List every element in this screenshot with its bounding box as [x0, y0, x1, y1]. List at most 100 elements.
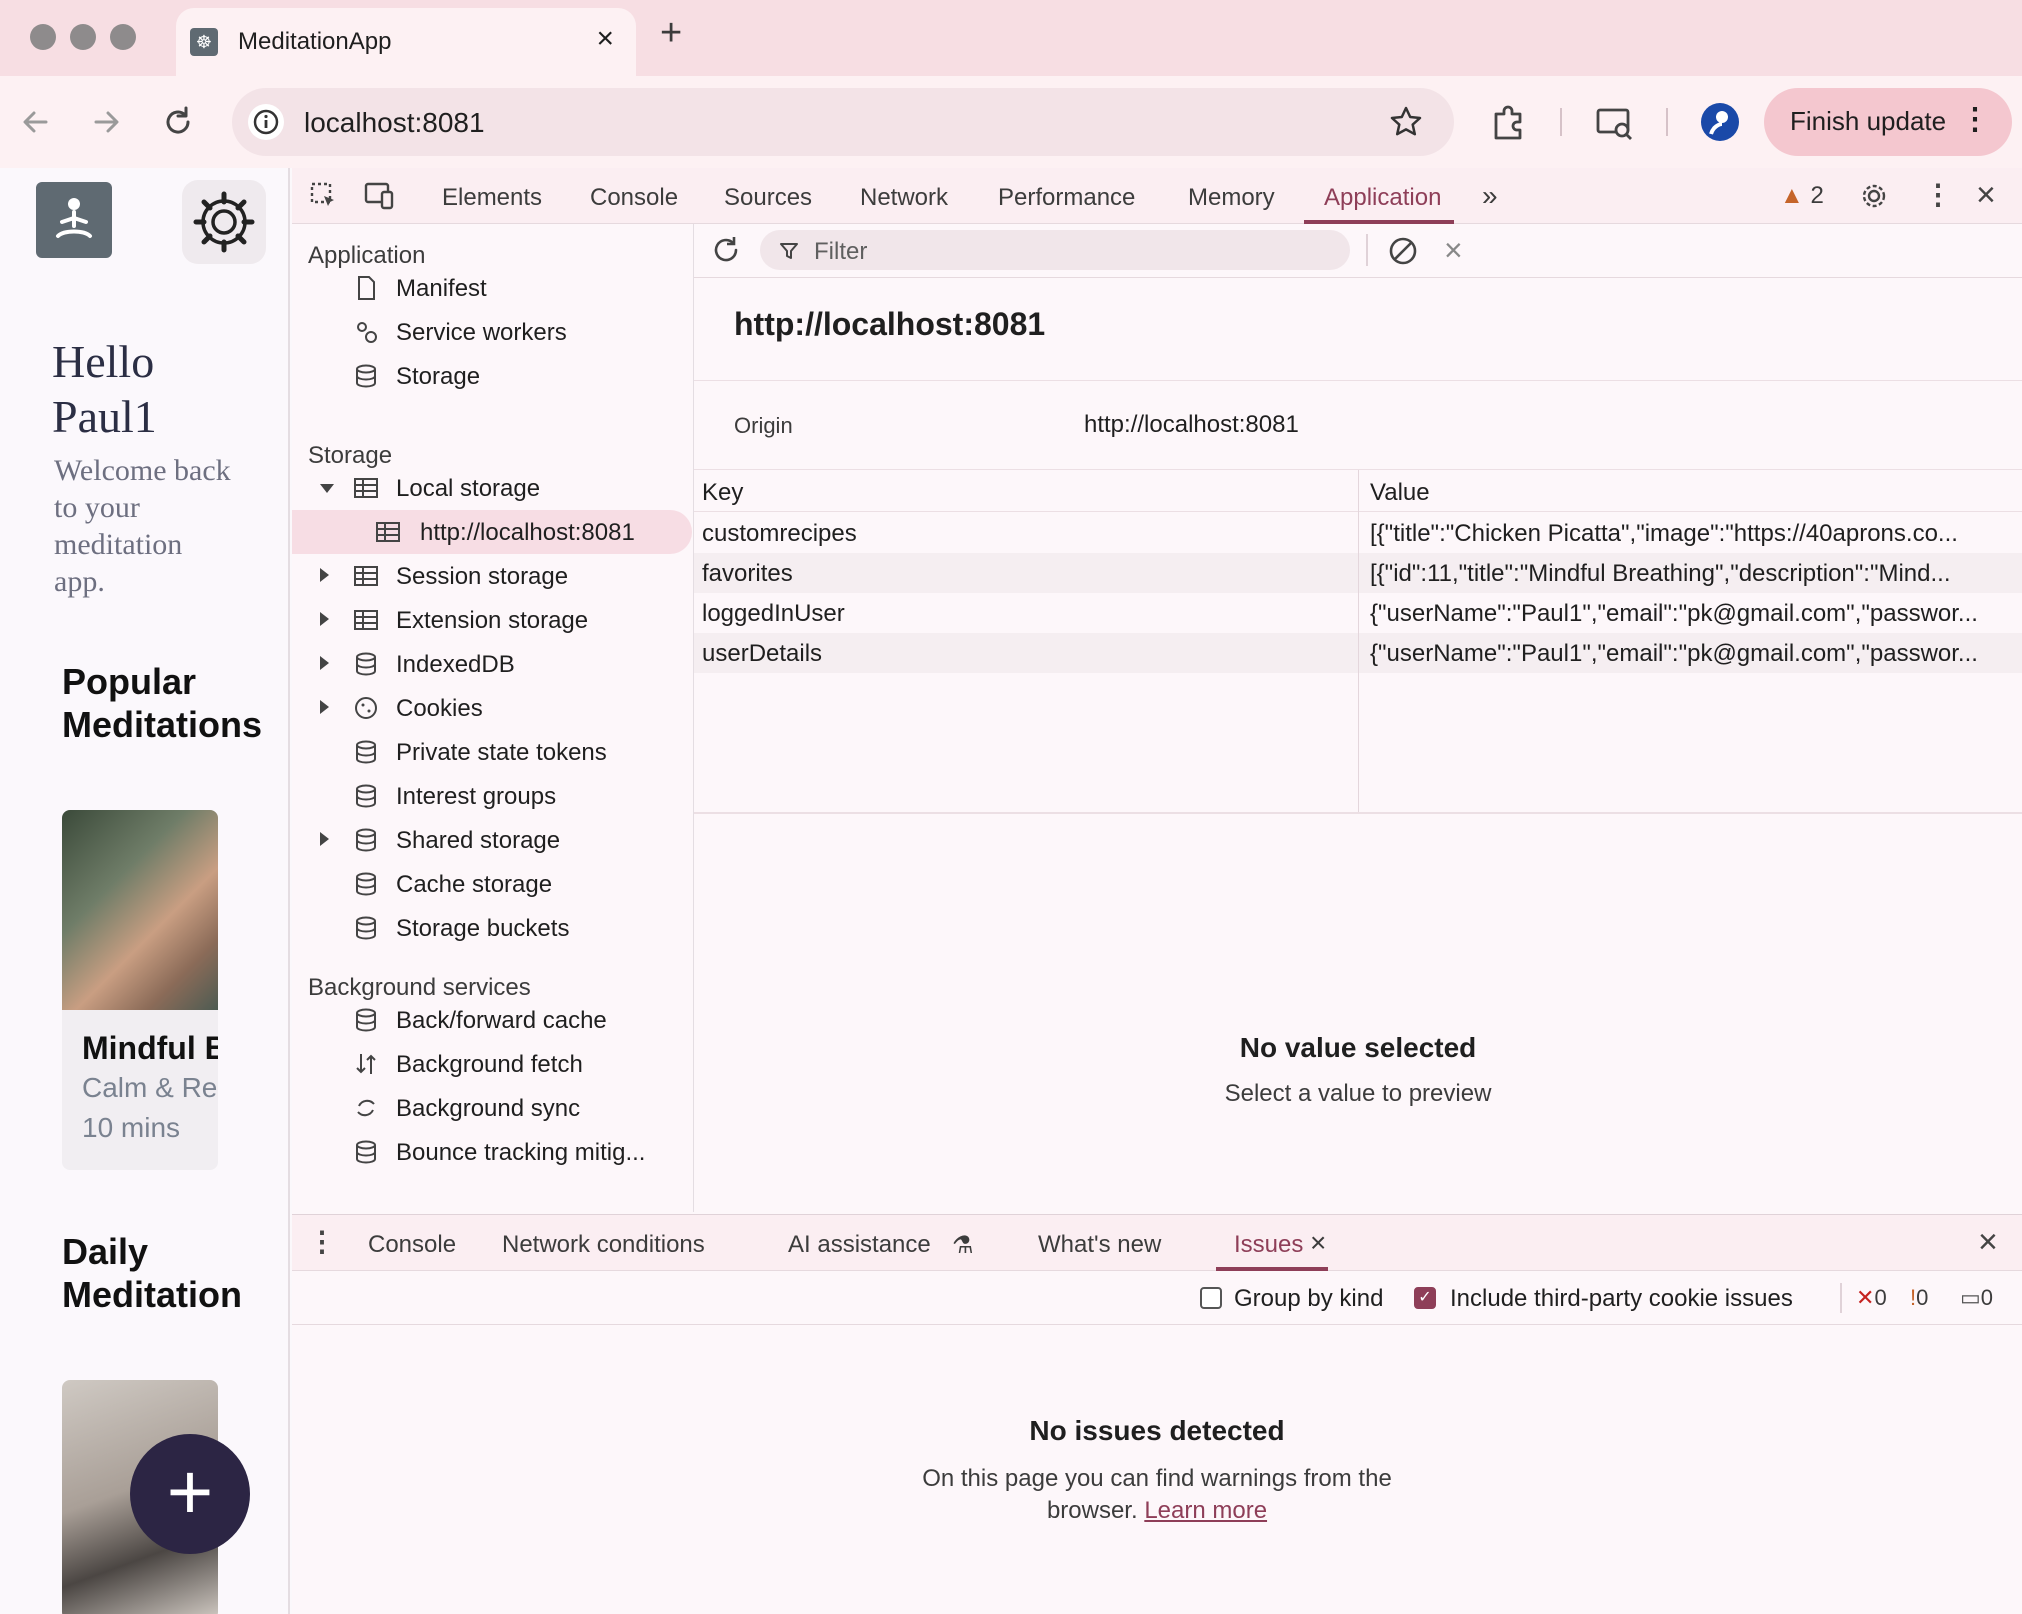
tab-console[interactable]: Console	[590, 184, 678, 212]
row-key: favorites	[702, 560, 793, 587]
filter-toolbar: Filter ×	[694, 224, 2022, 278]
sidebar-item-bounce-tracking[interactable]: Bounce tracking mitig...	[292, 1130, 692, 1174]
tab-elements[interactable]: Elements	[442, 184, 542, 212]
value-column-header[interactable]: Value	[1370, 479, 1430, 507]
collapsed-arrow-icon[interactable]	[320, 832, 329, 846]
table-grid-icon	[376, 522, 400, 542]
drawer-tab-ai-assistance[interactable]: AI assistance	[788, 1231, 931, 1259]
sidebar-item-interest-groups[interactable]: Interest groups	[292, 774, 692, 818]
sidebar-item-private-state-tokens[interactable]: Private state tokens	[292, 730, 692, 774]
toolbar-divider	[1560, 108, 1562, 136]
add-fab-button[interactable]: +	[130, 1434, 250, 1554]
filter-input[interactable]: Filter	[760, 230, 1350, 270]
issues-warning-badge[interactable]: ▲ 2	[1780, 182, 1824, 210]
sidebar-item-storage-buckets[interactable]: Storage buckets	[292, 906, 692, 950]
drawer-menu-icon[interactable]: ⋮	[308, 1225, 336, 1258]
database-icon	[356, 1140, 376, 1164]
more-tabs-chevron-icon[interactable]: »	[1482, 180, 1498, 212]
drawer-tab-issues[interactable]: Issues	[1234, 1231, 1303, 1259]
extensions-puzzle-icon[interactable]	[1484, 98, 1532, 146]
sidebar-item-back-forward-cache[interactable]: Back/forward cache	[292, 998, 692, 1042]
close-tab-icon[interactable]: ×	[596, 24, 614, 54]
sidebar-item-label: Session storage	[396, 563, 569, 590]
collapsed-arrow-icon[interactable]	[320, 656, 329, 670]
reload-icon[interactable]	[156, 100, 200, 144]
sidebar-item-shared-storage[interactable]: Shared storage	[292, 818, 692, 862]
greeting-heading: Hello Paul1	[52, 336, 157, 442]
group-by-kind-checkbox[interactable]	[1200, 1287, 1222, 1309]
column-divider[interactable]	[1358, 470, 1359, 812]
sidebar-item-localhost-origin[interactable]: http://localhost:8081	[292, 510, 692, 554]
sidebar-item-cookies[interactable]: Cookies	[292, 686, 692, 730]
finish-update-button[interactable]: Finish update ⋮	[1764, 88, 2012, 156]
minimize-window-button[interactable]	[70, 24, 96, 50]
issues-toolbar: Group by kind ✓ Include third-party cook…	[292, 1271, 2022, 1325]
sidebar-item-local-storage[interactable]: Local storage	[292, 466, 692, 510]
flask-icon: ⚗	[952, 1232, 974, 1259]
sidebar-item-label: Interest groups	[396, 783, 557, 810]
learn-more-link[interactable]: Learn more	[1144, 1497, 1267, 1524]
storage-main-pane: Filter × http://localhost:8081 Origin ht…	[694, 224, 2022, 1212]
sidebar-item-service-workers[interactable]: Service workers	[292, 310, 692, 354]
clear-all-block-icon[interactable]	[1386, 234, 1420, 268]
site-info-icon[interactable]	[248, 104, 284, 140]
sidebar-item-indexeddb[interactable]: IndexedDB	[292, 642, 692, 686]
refresh-icon[interactable]	[708, 232, 744, 268]
sidebar-item-cache-storage[interactable]: Cache storage	[292, 862, 692, 906]
drawer-tab-whats-new[interactable]: What's new	[1038, 1231, 1161, 1259]
sidebar-item-extension-storage[interactable]: Extension storage	[292, 598, 692, 642]
expanded-arrow-icon[interactable]	[320, 484, 334, 493]
settings-button[interactable]	[182, 180, 266, 264]
database-icon	[356, 740, 376, 764]
sidebar-item-background-fetch[interactable]: Background fetch	[292, 1042, 692, 1086]
database-icon	[356, 364, 376, 388]
devtools-settings-gear-icon[interactable]	[1858, 180, 1890, 212]
sidebar-item-session-storage[interactable]: Session storage	[292, 554, 692, 598]
sidebar-item-label: http://localhost:8081	[420, 519, 635, 546]
back-arrow-icon[interactable]	[14, 100, 58, 144]
close-devtools-icon[interactable]: ×	[1976, 176, 1996, 215]
app-logo[interactable]	[36, 182, 112, 258]
database-icon	[356, 916, 376, 940]
sidebar-item-background-sync[interactable]: Background sync	[292, 1086, 692, 1130]
daily-meditation-heading: Daily Meditation	[62, 1231, 242, 1315]
filter-placeholder: Filter	[814, 238, 868, 265]
devtools-menu-icon[interactable]: ⋮	[1924, 178, 1952, 211]
sidebar-item-label: Storage	[396, 363, 481, 390]
tab-memory[interactable]: Memory	[1188, 184, 1275, 212]
address-bar[interactable]: localhost:8081	[232, 88, 1454, 156]
sidebar-item-label: Bounce tracking mitig...	[396, 1139, 646, 1166]
tab-application[interactable]: Application	[1324, 184, 1441, 212]
forward-arrow-icon[interactable]	[84, 100, 128, 144]
sidebar-item-storage[interactable]: Storage	[292, 354, 692, 398]
collapsed-arrow-icon[interactable]	[320, 568, 329, 582]
cast-search-icon[interactable]	[1590, 98, 1638, 146]
fetch-arrows-icon	[356, 1054, 376, 1074]
tab-sources[interactable]: Sources	[724, 184, 812, 212]
close-issues-tab-icon[interactable]: ×	[1310, 1227, 1326, 1259]
collapsed-arrow-icon[interactable]	[320, 700, 329, 714]
inspect-element-icon[interactable]	[308, 180, 340, 212]
drawer-tab-console[interactable]: Console	[368, 1231, 456, 1259]
bookmark-star-icon[interactable]	[1386, 102, 1426, 142]
new-tab-button[interactable]: +	[660, 14, 682, 52]
meditation-card[interactable]: Mindful Breathing Calm & Relax 10 mins	[62, 810, 218, 1170]
close-window-button[interactable]	[30, 24, 56, 50]
key-column-header[interactable]: Key	[702, 479, 743, 507]
include-third-party-checkbox[interactable]: ✓	[1414, 1287, 1436, 1309]
row-key: loggedInUser	[702, 600, 845, 627]
browser-tab[interactable]: ☸ MeditationApp ×	[176, 8, 636, 76]
tab-performance[interactable]: Performance	[998, 184, 1135, 212]
device-toolbar-icon[interactable]	[362, 180, 396, 212]
delete-selected-icon[interactable]: ×	[1444, 232, 1463, 269]
tab-network[interactable]: Network	[860, 184, 948, 212]
close-drawer-icon[interactable]: ×	[1978, 1223, 1998, 1262]
sidebar-item-manifest[interactable]: Manifest	[292, 266, 692, 310]
drawer-tab-network-conditions[interactable]: Network conditions	[502, 1231, 705, 1259]
more-vert-icon[interactable]: ⋮	[1960, 102, 1990, 137]
filter-funnel-icon	[780, 243, 798, 259]
collapsed-arrow-icon[interactable]	[320, 612, 329, 626]
maximize-window-button[interactable]	[110, 24, 136, 50]
profile-avatar-icon[interactable]	[1696, 98, 1744, 146]
row-key: userDetails	[702, 640, 823, 667]
